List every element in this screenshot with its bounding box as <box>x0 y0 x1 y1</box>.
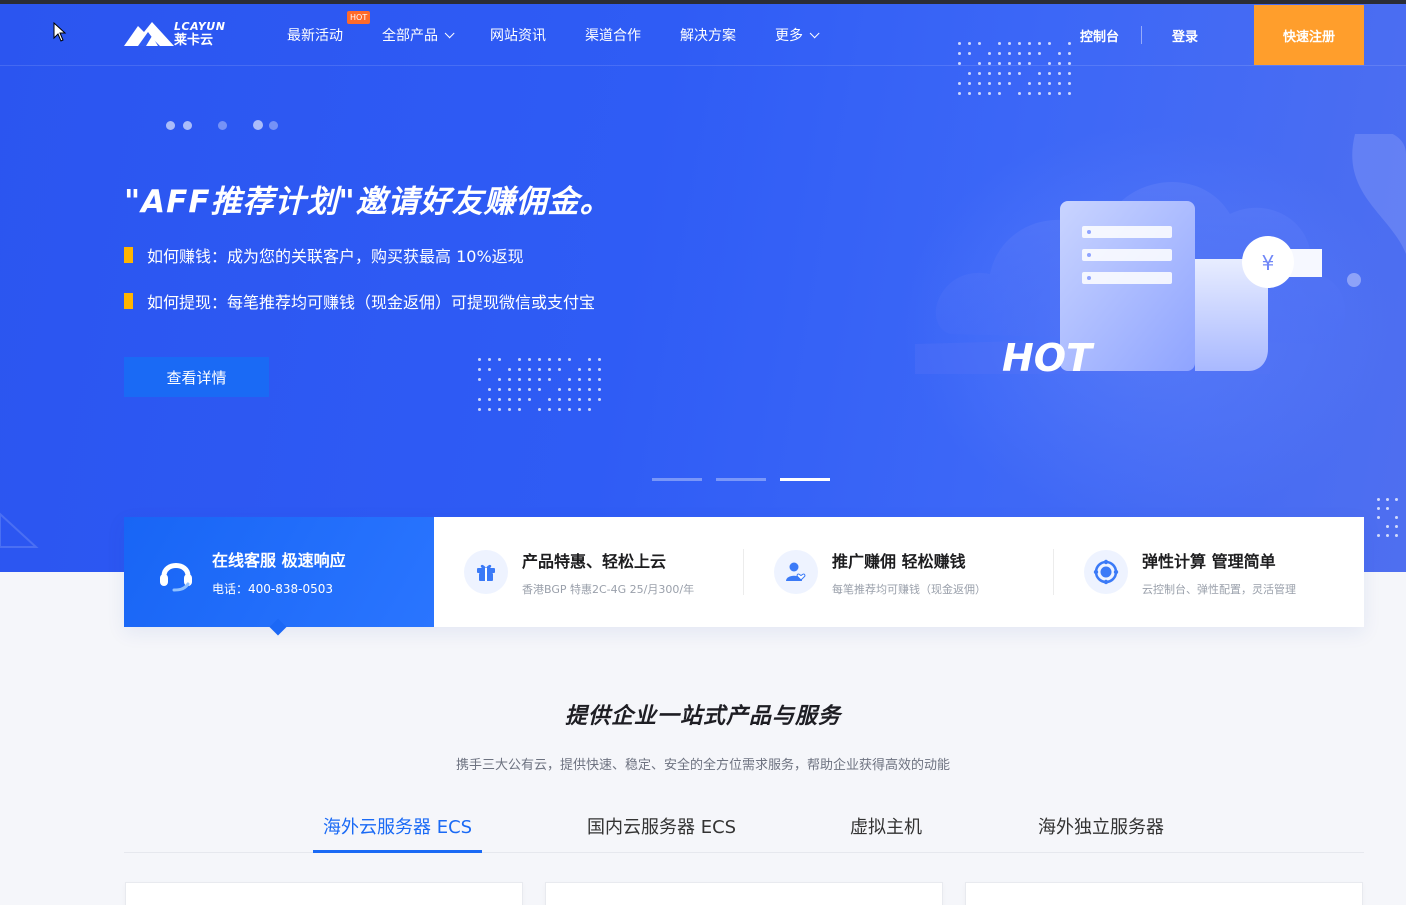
menu-item-channel[interactable]: 渠道合作 <box>585 25 641 45</box>
logo-mountain-icon <box>124 22 174 46</box>
bullet-bar <box>124 293 133 309</box>
slide-dot-1[interactable] <box>652 478 702 481</box>
tab-domestic-ecs[interactable]: 国内云服务器 ECS <box>587 800 736 852</box>
tab-virtual-host[interactable]: 虚拟主机 <box>850 800 922 852</box>
feature-referral[interactable]: 推广赚佣 轻松赚钱 每笔推荐均可赚钱（现金返佣） <box>744 517 1054 627</box>
section-subtitle: 携手三大公有云，提供快速、稳定、安全的全方位需求服务，帮助企业获得高效的动能 <box>455 758 950 773</box>
feature-subtitle: 每笔推荐均可赚钱（现金返佣） <box>832 582 986 596</box>
tab-dedicated-server[interactable]: 海外独立服务器 <box>1038 800 1164 852</box>
hero-line-earn: 如何赚钱：成为您的关联客户，购买获最高 10%返现 <box>124 243 524 267</box>
hero-banner: LCAYUN 莱卡云 最新活动 HOT 全部产品 网站资讯 渠道合作 解决方案 <box>0 4 1406 572</box>
dot-grid-decoration <box>478 358 608 418</box>
hero-line-earn-text: 如何赚钱：成为您的关联客户，购买获最高 10%返现 <box>147 247 524 266</box>
console-link[interactable]: 控制台 <box>1080 4 1119 66</box>
currency-symbol: ¥ <box>1262 251 1275 275</box>
product-tabs: 海外云服务器 ECS 国内云服务器 ECS 虚拟主机 海外独立服务器 <box>124 800 1364 853</box>
feature-title: 弹性计算 管理简单 <box>1142 551 1276 571</box>
feature-title: 推广赚佣 轻松赚钱 <box>832 551 966 571</box>
mouse-cursor-icon <box>53 22 67 42</box>
menu-item-label: 网站资讯 <box>490 28 546 44</box>
window-top-bar <box>0 0 1406 4</box>
feature-subtitle: 云控制台、弹性配置，灵活管理 <box>1142 582 1296 596</box>
headset-icon <box>154 550 198 594</box>
menu-item-more[interactable]: 更多 <box>775 25 820 45</box>
gift-icon <box>464 550 508 594</box>
menu-item-latest-activity[interactable]: 最新活动 HOT <box>287 11 371 45</box>
chevron-down-icon <box>444 27 455 38</box>
chevron-down-icon <box>809 27 820 38</box>
feature-support[interactable]: 在线客服 极速响应 电话：400-838-0503 <box>124 517 434 636</box>
brand-logo[interactable]: LCAYUN 莱卡云 <box>124 18 236 50</box>
bullet-bar <box>124 247 133 263</box>
hot-text: HOT <box>1002 336 1095 380</box>
dot-grid-decoration <box>1377 498 1406 542</box>
tab-overseas-ecs[interactable]: 海外云服务器 ECS <box>312 800 483 853</box>
slider-indicators <box>652 478 844 481</box>
feature-title: 产品特惠、轻松上云 <box>522 551 667 571</box>
register-button[interactable]: 快速注册 <box>1254 5 1364 65</box>
hero-line-withdraw: 如何提现：每笔推荐均可赚钱（现金返佣）可提现微信或支付宝 <box>124 289 595 313</box>
menu-item-solutions[interactable]: 解决方案 <box>680 25 736 45</box>
feature-subtitle: 香港BGP 特惠2C-4G 25/月300/年 <box>522 582 695 596</box>
hero-title: "AFF推荐计划"邀请好友赚佣金。 <box>124 184 612 220</box>
menu-item-label: 全部产品 <box>382 28 438 44</box>
slide-dot-3[interactable] <box>780 478 830 481</box>
slide-dot-2[interactable] <box>716 478 766 481</box>
hero-line-withdraw-text: 如何提现：每笔推荐均可赚钱（现金返佣）可提现微信或支付宝 <box>147 293 596 312</box>
logo-cn-text: 莱卡云 <box>174 33 214 48</box>
menu-item-label: 更多 <box>775 28 803 44</box>
menu-item-label: 最新活动 <box>287 28 343 44</box>
active-pointer <box>269 618 287 636</box>
view-details-button[interactable]: 查看详情 <box>124 357 269 397</box>
section-title: 提供企业一站式产品与服务 <box>564 704 841 729</box>
feature-discount[interactable]: 产品特惠、轻松上云 香港BGP 特惠2C-4G 25/月300/年 <box>434 517 744 627</box>
menu-item-all-products[interactable]: 全部产品 <box>382 25 455 45</box>
product-card[interactable] <box>125 882 523 905</box>
product-card[interactable] <box>965 882 1363 905</box>
hot-badge: HOT <box>347 11 371 24</box>
top-nav: LCAYUN 莱卡云 最新活动 HOT 全部产品 网站资讯 渠道合作 解决方案 <box>0 4 1406 66</box>
corner-triangle-decoration <box>0 512 39 548</box>
product-card[interactable] <box>545 882 943 905</box>
hot-server-illustration: ¥ HOT <box>915 134 1406 380</box>
logo-en-text: LCAYUN <box>174 20 226 33</box>
feature-subtitle: 电话：400-838-0503 <box>212 582 334 596</box>
nav-divider <box>1141 26 1142 44</box>
user-heart-icon <box>774 550 818 594</box>
features-bar: 在线客服 极速响应 电话：400-838-0503 产品特惠、轻松上云 香港BG… <box>124 517 1364 636</box>
main-menu: 最新活动 HOT 全部产品 网站资讯 渠道合作 解决方案 更多 <box>287 4 855 66</box>
login-link[interactable]: 登录 <box>1172 4 1198 66</box>
menu-item-news[interactable]: 网站资讯 <box>490 25 546 45</box>
menu-item-label: 渠道合作 <box>585 28 641 44</box>
feature-elastic[interactable]: 弹性计算 管理简单 云控制台、弹性配置，灵活管理 <box>1054 517 1364 627</box>
decorative-dots <box>166 120 278 130</box>
menu-item-label: 解决方案 <box>680 28 736 44</box>
feature-title: 在线客服 极速响应 <box>212 551 346 570</box>
orbit-icon <box>1084 550 1128 594</box>
